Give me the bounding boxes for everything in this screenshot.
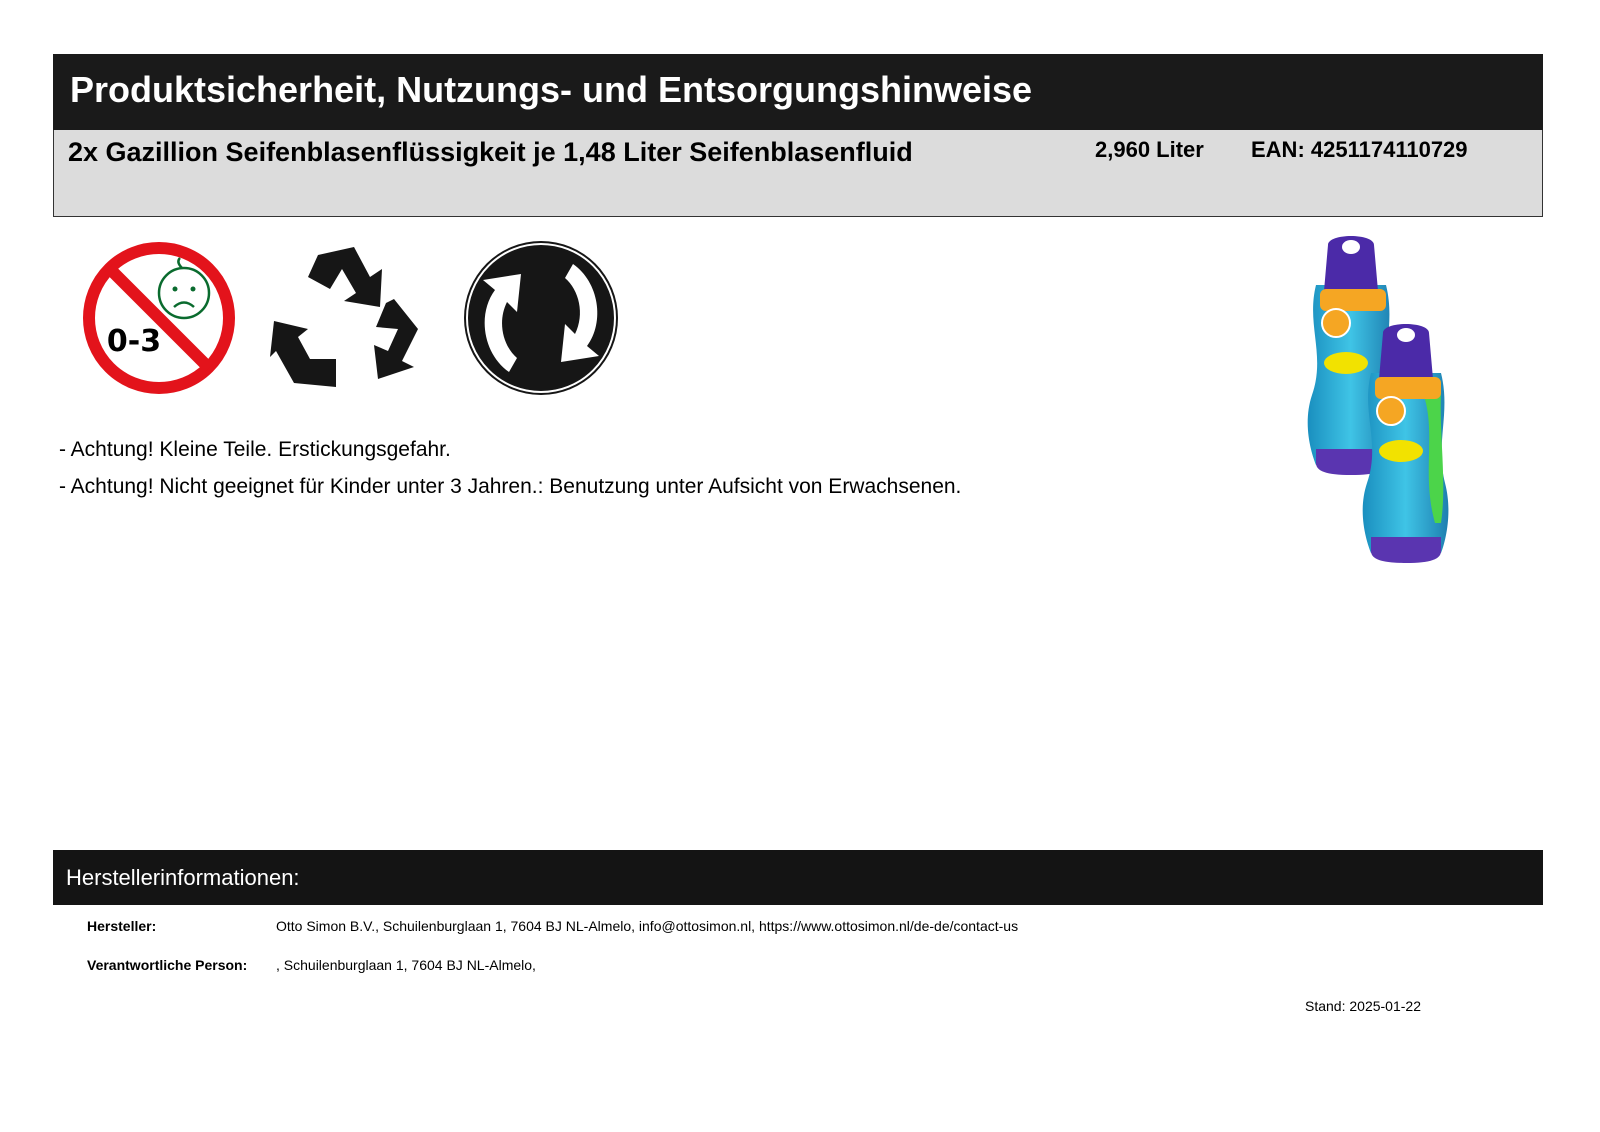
product-info-bar: 2x Gazillion Seifenblasenflüssigkeit je … [53, 130, 1543, 217]
warning-item: - Achtung! Nicht geeignet für Kinder unt… [59, 475, 962, 498]
warnings-list: - Achtung! Kleine Teile. Erstickungsgefa… [59, 437, 961, 511]
warning-item: - Achtung! Kleine Teile. Erstickungsgefa… [59, 438, 451, 461]
manufacturer-label: Hersteller: [87, 918, 157, 934]
age-0-3-prohibited-icon: 0-3 [82, 241, 236, 395]
stand-date: Stand: 2025-01-22 [1305, 998, 1421, 1014]
green-dot-icon [461, 238, 621, 398]
product-name: 2x Gazillion Seifenblasenflüssigkeit je … [68, 137, 913, 167]
responsible-person-value: , Schuilenburglaan 1, 7604 BJ NL-Almelo, [276, 957, 536, 973]
document-title: Produktsicherheit, Nutzungs- und Entsorg… [70, 69, 1033, 110]
product-ean: EAN: 4251174110729 [1251, 137, 1468, 162]
product-volume: 2,960 Liter [1095, 137, 1204, 162]
manufacturer-value: Otto Simon B.V., Schuilenburglaan 1, 760… [276, 918, 1019, 934]
manufacturer-section-title: Herstellerinformationen: [66, 865, 300, 890]
document-title-bar: Produktsicherheit, Nutzungs- und Entsorg… [53, 54, 1543, 130]
responsible-person-label: Verantwortliche Person: [87, 957, 248, 973]
age-label: 0-3 [107, 324, 161, 359]
product-bottles-image [1306, 235, 1456, 565]
manufacturer-section-header: Herstellerinformationen: [53, 850, 1543, 905]
recycling-icon [270, 243, 430, 393]
